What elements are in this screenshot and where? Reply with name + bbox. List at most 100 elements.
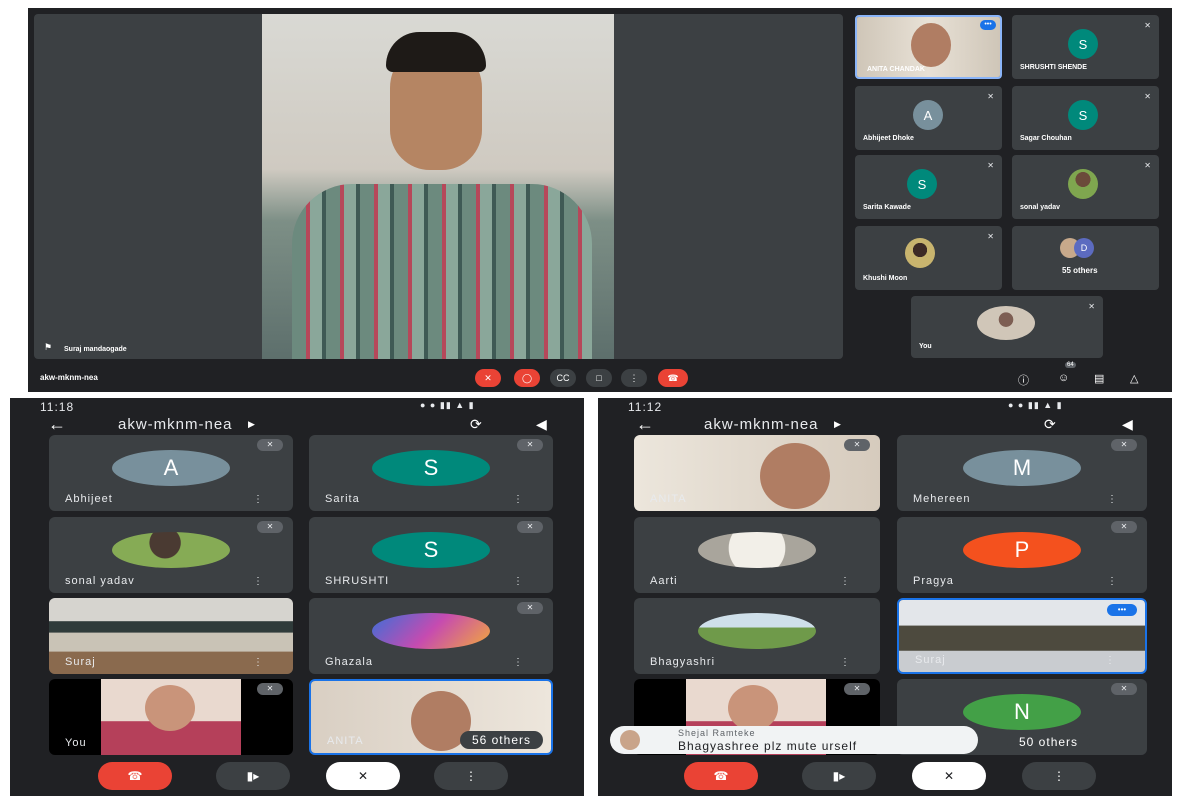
mic-off-icon: ✕ <box>987 161 994 170</box>
mic-off-icon: ✕ <box>844 439 870 451</box>
captions-button[interactable]: CC <box>550 369 576 387</box>
mic-off-icon: ✕ <box>517 602 543 614</box>
dropdown-icon[interactable]: ▶ <box>834 419 841 430</box>
tile-name: SHRUSHTI <box>325 575 390 587</box>
tile-menu-icon[interactable]: ⋮ <box>513 494 523 505</box>
mic-off-icon: ✕ <box>517 521 543 533</box>
pin-icon[interactable]: ⚑ <box>44 342 52 353</box>
tile-name: Sarita <box>325 493 360 505</box>
tile-shrushti-shende[interactable]: ✕ S SHRUSHTI SHENDE <box>1012 15 1159 79</box>
mic-off-icon: ✕ <box>844 683 870 695</box>
tile-others[interactable]: D 55 others <box>1012 226 1159 290</box>
tile-name: Sagar Chouhan <box>1020 135 1072 142</box>
tile-suraj[interactable]: ••• Suraj ⋮ <box>897 598 1147 674</box>
tile-sagar-chouhan[interactable]: ✕ S Sagar Chouhan <box>1012 86 1159 150</box>
tile-sonal-yadav[interactable]: ✕ sonal yadav ⋮ <box>49 517 293 593</box>
back-arrow-icon[interactable]: ← <box>48 414 66 435</box>
tile-name: ANITA <box>327 735 364 747</box>
avatar-photo <box>977 306 1035 340</box>
mic-off-icon: ✕ <box>517 439 543 451</box>
others-pill[interactable]: 50 others <box>1007 733 1091 751</box>
phone-screen-1: 11:18 ● ● ▮▮ ▲ ▮ ← akw-mknm-nea ▶ ⟳ ◀ ✕ … <box>10 398 584 796</box>
tile-menu-icon[interactable]: ⋮ <box>840 576 850 587</box>
camera-toggle-button[interactable]: ◯ <box>514 369 540 387</box>
tile-sarita[interactable]: ✕ S Sarita ⋮ <box>309 435 553 511</box>
switch-camera-icon[interactable]: ⟳ <box>1044 416 1056 433</box>
speaker-hair <box>386 32 486 72</box>
more-options-button[interactable]: ⋮ <box>621 369 647 387</box>
tile-abhijeet-dhoke[interactable]: ✕ A Abhijeet Dhoke <box>855 86 1002 150</box>
tile-menu-icon[interactable]: ⋮ <box>1105 655 1115 666</box>
tile-anita-chandak[interactable]: ••• ANITA CHANDAK <box>855 15 1002 79</box>
more-options-button[interactable]: ⋮ <box>1022 762 1096 790</box>
tile-menu-icon[interactable]: ⋮ <box>253 657 263 668</box>
info-icon[interactable]: ⓘ <box>1018 372 1029 388</box>
tile-menu-icon[interactable]: ⋮ <box>253 576 263 587</box>
tile-name: Abhijeet <box>65 493 113 505</box>
tile-name: Sarita Kawade <box>863 204 911 211</box>
back-arrow-icon[interactable]: ← <box>636 414 654 435</box>
camera-toggle-button[interactable]: ▮▸ <box>802 762 876 790</box>
main-speaker-tile[interactable]: ⚑ Suraj mandaogade <box>34 14 843 359</box>
status-icons: ● ● ▮▮ ▲ ▮ <box>1008 400 1063 410</box>
tile-name: You <box>919 343 932 350</box>
tile-menu-icon[interactable]: ⋮ <box>1107 494 1117 505</box>
avatar: A <box>112 450 230 487</box>
dropdown-icon[interactable]: ▶ <box>248 419 255 430</box>
present-button[interactable]: □ <box>586 369 612 387</box>
mic-off-icon: ✕ <box>257 439 283 451</box>
mic-toggle-button[interactable]: ✕ <box>326 762 400 790</box>
mic-toggle-button[interactable]: ✕ <box>475 369 501 387</box>
speaker-icon[interactable]: ◀ <box>1122 416 1133 433</box>
meeting-title[interactable]: akw-mknm-nea <box>704 416 819 433</box>
meeting-title[interactable]: akw-mknm-nea <box>118 416 233 433</box>
tile-anita[interactable]: ✕ ANITA <box>634 435 880 511</box>
leave-call-button[interactable]: ☎ <box>98 762 172 790</box>
chat-icon[interactable]: ▤ <box>1094 372 1104 385</box>
tile-menu-icon[interactable]: ⋮ <box>1107 576 1117 587</box>
switch-camera-icon[interactable]: ⟳ <box>470 416 482 433</box>
tile-you[interactable]: ✕ You <box>49 679 293 755</box>
avatar-photo <box>372 613 490 650</box>
tile-aarti[interactable]: Aarti ⋮ <box>634 517 880 593</box>
tile-name: ANITA <box>650 493 687 505</box>
tile-khushi-moon[interactable]: ✕ Khushi Moon <box>855 226 1002 290</box>
tile-abhijeet[interactable]: ✕ A Abhijeet ⋮ <box>49 435 293 511</box>
tile-ghazala[interactable]: ✕ Ghazala ⋮ <box>309 598 553 674</box>
more-options-icon[interactable]: ••• <box>980 20 996 30</box>
tile-sonal-yadav[interactable]: ✕ sonal yadav <box>1012 155 1159 219</box>
tile-sarita-kawade[interactable]: ✕ S Sarita Kawade <box>855 155 1002 219</box>
more-options-button[interactable]: ⋮ <box>434 762 508 790</box>
people-icon[interactable]: ☺ <box>1058 372 1069 384</box>
tile-you[interactable]: ✕ You <box>911 296 1103 358</box>
tile-menu-icon[interactable]: ⋮ <box>253 494 263 505</box>
mic-off-icon: ✕ <box>1144 92 1151 101</box>
tile-name: Suraj <box>915 654 946 666</box>
status-time: 11:18 <box>40 400 75 414</box>
avatar: S <box>1068 100 1098 130</box>
speaker-icon[interactable]: ◀ <box>536 416 547 433</box>
self-face <box>728 685 778 731</box>
tile-bhagyashri[interactable]: Bhagyashri ⋮ <box>634 598 880 674</box>
others-pill[interactable]: 56 others <box>459 731 543 749</box>
tile-menu-icon[interactable]: ⋮ <box>513 576 523 587</box>
mic-toggle-button[interactable]: ✕ <box>912 762 986 790</box>
avatar <box>620 730 640 750</box>
tile-anita[interactable]: ANITA 56 others <box>309 679 553 755</box>
tile-name: Suraj <box>65 656 96 668</box>
tile-suraj[interactable]: Suraj ⋮ <box>49 598 293 674</box>
toast-message: Bhagyashree plz mute urself <box>678 739 858 753</box>
activities-icon[interactable]: △ <box>1130 372 1138 385</box>
tile-pragya[interactable]: ✕ P Pragya ⋮ <box>897 517 1147 593</box>
tile-menu-icon[interactable]: ⋮ <box>840 657 850 668</box>
tile-mehereen[interactable]: ✕ M Mehereen ⋮ <box>897 435 1147 511</box>
more-options-icon[interactable]: ••• <box>1107 604 1137 616</box>
tile-shrushti[interactable]: ✕ S SHRUSHTI ⋮ <box>309 517 553 593</box>
tile-menu-icon[interactable]: ⋮ <box>513 657 523 668</box>
camera-toggle-button[interactable]: ▮▸ <box>216 762 290 790</box>
chat-toast[interactable]: Shejal Ramteke Bhagyashree plz mute urse… <box>610 726 978 754</box>
leave-call-button[interactable]: ☎ <box>658 369 688 387</box>
mic-off-icon: ✕ <box>1111 683 1137 695</box>
leave-call-button[interactable]: ☎ <box>684 762 758 790</box>
main-speaker-video <box>262 14 614 359</box>
